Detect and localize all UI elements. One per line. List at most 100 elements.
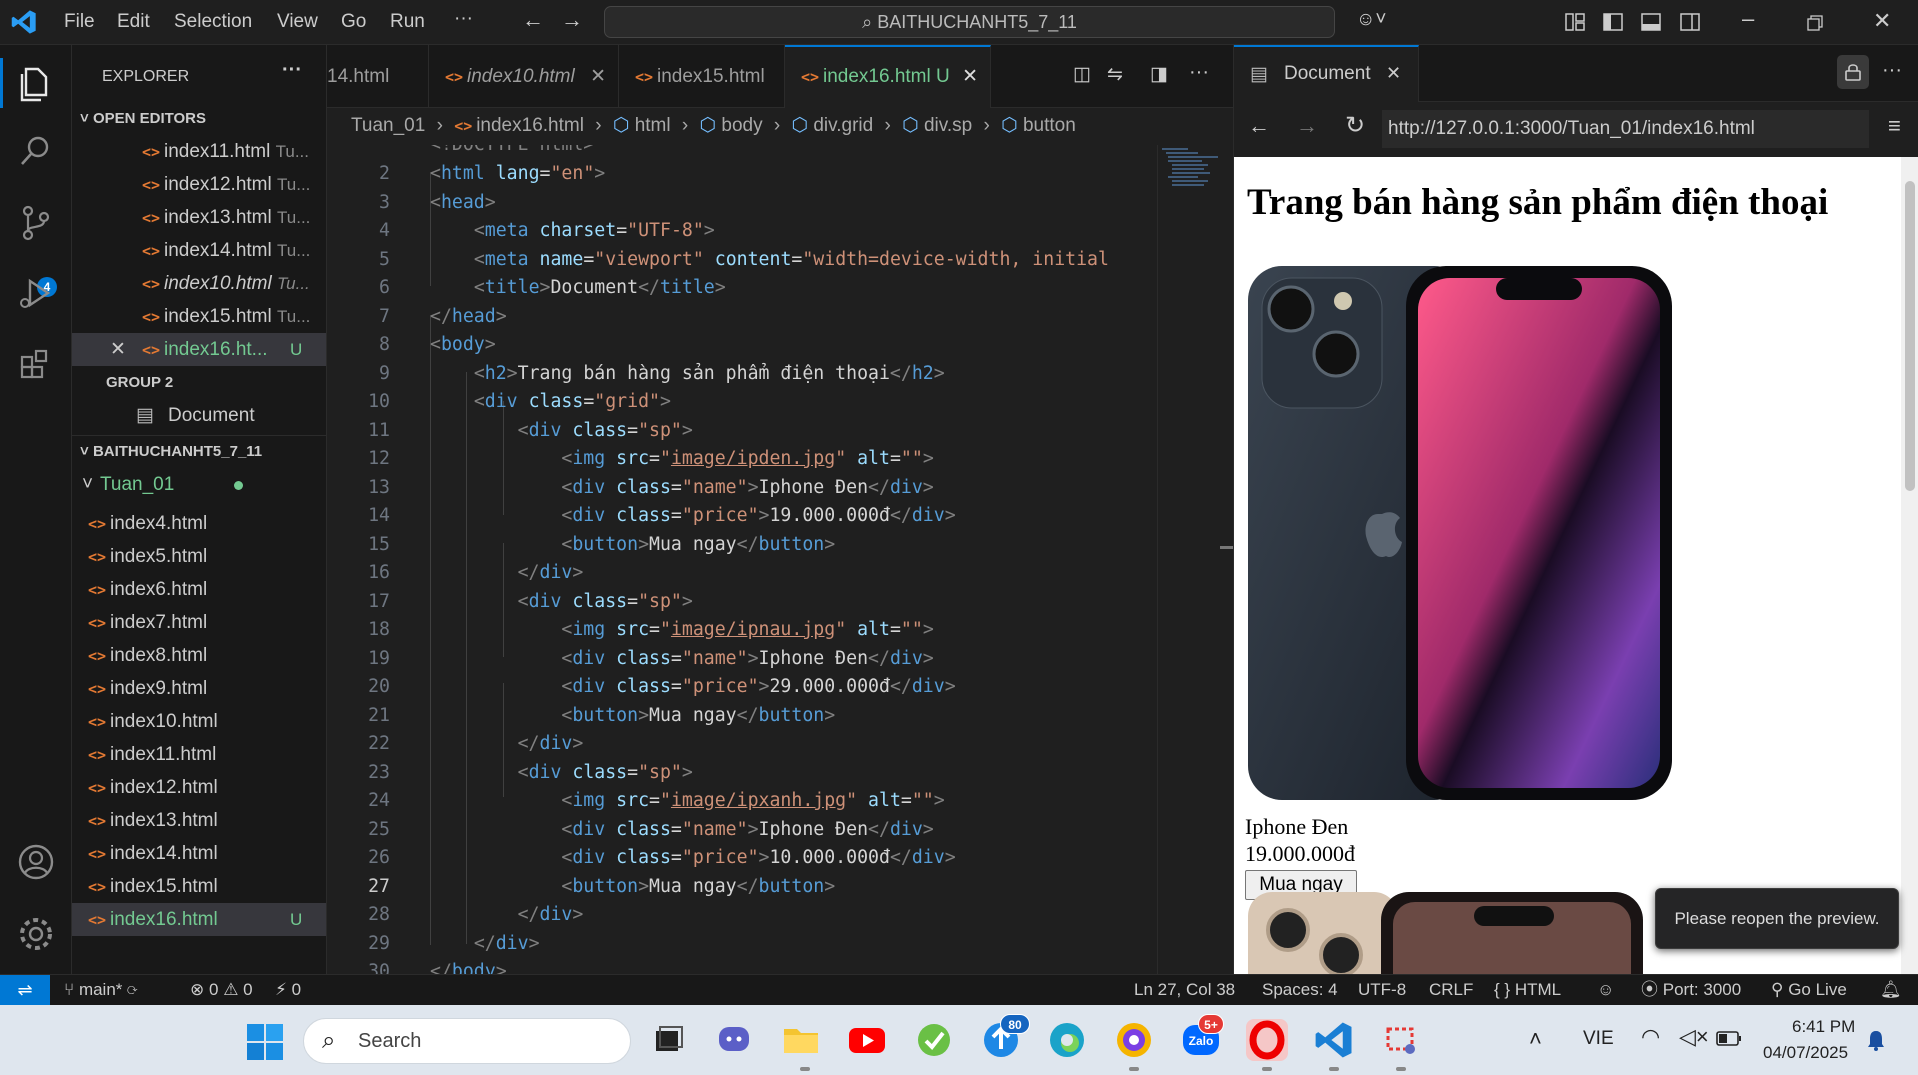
back-arrow-icon[interactable]: ← [1248,113,1270,139]
input-language[interactable]: VIE [1583,1028,1614,1050]
go-live-item[interactable]: ⚲ Go Live [1771,975,1847,1005]
file-item[interactable]: <> index15.html [72,870,326,903]
app-green-icon[interactable] [913,1019,955,1061]
close-tab-icon[interactable]: ✕ [590,45,606,108]
menu-go[interactable]: Go [341,11,366,33]
vscode-taskbar-icon[interactable] [1313,1019,1355,1061]
edge-browser-icon[interactable] [1046,1019,1088,1061]
minimize-icon[interactable]: – [1742,6,1754,32]
file-item[interactable]: <> index7.html [72,606,326,639]
tab-index16[interactable]: <> index16.html U ✕ [785,45,991,108]
port-item[interactable]: ⦿ Port: 3000 [1641,975,1741,1005]
open-editors-header[interactable]: ˅ OPEN EDITORS [72,102,326,135]
open-editor-item[interactable]: <> index13.html Tu... [72,201,326,234]
file-item[interactable]: <> index5.html [72,540,326,573]
project-header[interactable]: ˅ BAITHUCHANHT5_7_11 [72,435,326,468]
menu-run[interactable]: Run [390,11,425,33]
file-item[interactable]: <> index6.html [72,573,326,606]
forward-arrow-icon[interactable]: → [1296,113,1318,139]
breadcrumb-div-grid[interactable]: div.grid [813,115,873,136]
open-editor-active-item[interactable]: ✕ <> index16.ht... U [72,333,326,366]
show-hidden-icons-chevron-icon[interactable]: ˄ [1529,1026,1542,1052]
url-input[interactable]: http://127.0.0.1:3000/Tuan_01/index16.ht… [1382,110,1869,148]
file-item[interactable]: <> index12.html [72,771,326,804]
notification-toast[interactable]: Please reopen the preview. [1655,888,1899,949]
breadcrumb-html[interactable]: html [635,115,671,136]
branch-item[interactable]: ⑂ main* ⟳ [64,975,137,1005]
run-debug-icon[interactable] [14,271,58,315]
menu-view[interactable]: View [277,11,318,33]
menu-file[interactable]: File [64,11,95,33]
file-item[interactable]: <> index13.html [72,804,326,837]
remote-indicator-icon[interactable]: ⇌ [0,975,50,1005]
lock-group-button[interactable] [1837,55,1869,89]
file-item[interactable]: <> index14.html [72,837,326,870]
compare-changes-icon[interactable]: ⇋ [1107,63,1123,86]
file-explorer-icon[interactable] [780,1019,822,1061]
search-icon[interactable] [14,129,58,173]
windows-start-icon[interactable] [247,1024,283,1060]
explorer-icon[interactable] [14,61,58,105]
minimap[interactable] [1157,145,1234,974]
code-area[interactable]: <!DOCTYPE html> 2 <html lang="en"> 3 <head… [327,145,1157,974]
forward-arrow-icon[interactable]: → [561,7,583,33]
more-menu-icon[interactable]: ··· [454,8,473,30]
indentation[interactable]: Spaces: 4 [1262,975,1338,1005]
breadcrumb-file[interactable]: index16.html [476,115,584,136]
browser-more-icon[interactable]: ··· [1882,59,1902,82]
volume-muted-icon[interactable]: ◁× [1679,1024,1709,1050]
snipping-tool-icon[interactable] [1380,1019,1422,1061]
open-preview-icon[interactable]: ◫ [1073,63,1091,86]
close-window-icon[interactable]: ✕ [1873,8,1891,34]
split-editor-icon[interactable]: ◨ [1150,63,1168,86]
tab-index15[interactable]: <> index15.html [619,45,785,108]
reload-icon[interactable]: ↻ [1345,111,1365,140]
open-editor-item[interactable]: <> index10.html Tu... [72,267,326,300]
encoding[interactable]: UTF-8 [1358,975,1406,1005]
notifications-icon[interactable]: 🔔︎ [1880,975,1902,1005]
taskbar-search[interactable]: ⌕ Search [303,1018,631,1064]
close-tab-icon[interactable]: ✕ [962,47,978,106]
browser-app-icon[interactable] [1113,1019,1155,1061]
account-icon[interactable] [14,840,58,884]
end-of-line[interactable]: CRLF [1429,975,1473,1005]
language-mode[interactable]: { } HTML [1494,975,1561,1005]
notification-bell-icon[interactable] [1866,1029,1886,1051]
page-scrollbar[interactable] [1901,157,1918,974]
clock-time[interactable]: 6:41 PM [1792,1017,1855,1037]
customize-layout-icon[interactable] [1565,13,1585,31]
file-item[interactable]: <> index9.html [72,672,326,705]
battery-icon[interactable] [1716,1031,1742,1047]
file-item[interactable]: <> index10.html [72,705,326,738]
editor-more-icon[interactable]: ··· [1189,61,1209,84]
tab-document[interactable]: ▤ Document ✕ [1234,45,1419,102]
toggle-secondary-sidebar-icon[interactable] [1680,13,1700,31]
copilot-status-icon[interactable]: ☺ [1597,975,1614,1005]
close-tab-icon[interactable]: ✕ [1386,63,1401,84]
opera-icon[interactable] [1246,1019,1288,1061]
close-icon[interactable]: ✕ [110,333,142,366]
copilot-icon[interactable]: ☺˅ [1356,9,1387,31]
open-editor-item[interactable]: <> index12.html Tu... [72,168,326,201]
problems-item[interactable]: ⊗ 0 ⚠ 0 [190,975,253,1005]
chat-app-icon[interactable] [713,1019,755,1061]
breadcrumb-body[interactable]: body [721,115,762,136]
manage-gear-icon[interactable] [14,912,58,956]
hamburger-menu-icon[interactable]: ≡ [1888,113,1901,139]
back-arrow-icon[interactable]: ← [522,7,544,33]
file-item-active[interactable]: <> index16.html U [72,903,326,936]
file-item[interactable]: <> index8.html [72,639,326,672]
youtube-icon[interactable] [846,1019,888,1061]
toggle-panel-icon[interactable] [1641,13,1661,31]
folder-item[interactable]: ˅ Tuan_01 [72,468,326,501]
group2-item[interactable]: ▤ Document [72,399,326,432]
extensions-icon[interactable] [14,343,58,387]
ports-item[interactable]: ⚡︎ 0 [275,975,301,1005]
breadcrumb-button[interactable]: button [1023,115,1076,136]
restore-icon[interactable] [1807,15,1823,31]
task-view-icon[interactable] [647,1019,689,1061]
file-item[interactable]: <> index4.html [72,507,326,540]
menu-edit[interactable]: Edit [117,11,150,33]
tab-index14[interactable]: 14.html [311,45,429,108]
breadcrumb-folder[interactable]: Tuan_01 [351,115,425,136]
